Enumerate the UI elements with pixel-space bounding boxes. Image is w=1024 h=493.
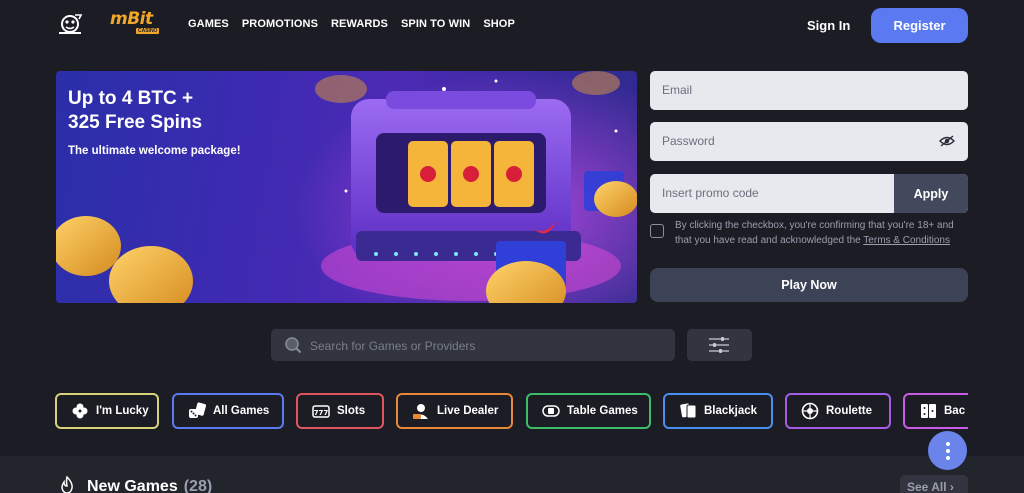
sign-in-link[interactable]: Sign In — [807, 18, 850, 33]
promo-code-field[interactable]: Insert promo code Apply — [650, 174, 968, 213]
sliders-icon — [709, 337, 729, 353]
banner-title: Up to 4 BTC + 325 Free Spins — [68, 88, 203, 133]
slot-777-icon: 777 — [312, 405, 330, 418]
category-table-games[interactable]: Table Games — [526, 393, 651, 429]
table-games-icon — [542, 405, 560, 417]
category-roulette[interactable]: Roulette — [785, 393, 891, 429]
chevron-right-icon: › — [949, 480, 954, 493]
category-slots[interactable]: 777 Slots — [296, 393, 384, 429]
dot-icon — [945, 448, 950, 453]
category-im-lucky[interactable]: I'm Lucky — [55, 393, 159, 429]
category-blackjack[interactable]: Blackjack — [663, 393, 773, 429]
consent-text: By clicking the checkbox, you're confirm… — [675, 218, 968, 248]
cards-icon — [680, 403, 697, 419]
banner-subtitle: The ultimate welcome package! — [68, 145, 241, 157]
password-field[interactable]: Password — [650, 122, 968, 161]
category-label: Table Games — [567, 405, 638, 417]
live-dealer-icon — [413, 404, 428, 419]
flame-icon — [61, 476, 73, 493]
brand-logo-text: mBit — [110, 9, 153, 29]
register-button[interactable]: Register — [871, 8, 968, 43]
category-label: Slots — [337, 405, 366, 417]
promo-placeholder: Insert promo code — [662, 186, 759, 200]
clover-icon — [72, 403, 88, 419]
category-label: I'm Lucky — [96, 405, 149, 417]
top-header: mBit CASINO GAMES PROMOTIONS REWARDS SPI… — [0, 0, 1024, 52]
age-consent-checkbox[interactable] — [650, 224, 664, 238]
nav-item-rewards[interactable]: REWARDS — [331, 18, 388, 30]
brand-logo[interactable]: mBit CASINO — [110, 9, 164, 37]
section-title-text: New Games — [87, 478, 178, 493]
nav-item-spin-to-win[interactable]: SPIN TO WIN — [401, 18, 470, 30]
svg-text:777: 777 — [314, 409, 329, 417]
main-nav: GAMES PROMOTIONS REWARDS SPIN TO WIN SHO… — [188, 18, 515, 30]
see-all-label: See All — [907, 480, 947, 493]
category-live-dealer[interactable]: Live Dealer — [396, 393, 513, 429]
mascot-logo-icon[interactable] — [57, 13, 83, 35]
search-placeholder: Search for Games or Providers — [310, 339, 476, 353]
nav-item-games[interactable]: GAMES — [188, 18, 229, 30]
brand-logo-subtext: CASINO — [136, 28, 160, 34]
section-title: New Games (28) — [87, 478, 212, 493]
category-baccarat[interactable]: Bac — [903, 393, 968, 429]
more-options-button[interactable] — [928, 431, 967, 470]
category-label: Roulette — [826, 405, 872, 417]
see-all-button[interactable]: See All › — [900, 475, 968, 493]
terms-conditions-link[interactable]: Terms & Conditions — [863, 235, 950, 246]
baccarat-icon — [921, 404, 936, 418]
email-placeholder: Email — [662, 83, 693, 97]
apply-button[interactable]: Apply — [894, 174, 968, 213]
promo-banner[interactable]: Up to 4 BTC + 325 Free Spins The ultimat… — [56, 71, 637, 303]
game-search-input[interactable]: Search for Games or Providers — [271, 329, 675, 361]
password-placeholder: Password — [662, 134, 715, 148]
category-bar: I'm Lucky All Games 777 Slots Live Deale… — [55, 393, 968, 430]
roulette-icon — [801, 402, 819, 420]
category-label: Bac — [944, 405, 966, 417]
nav-item-shop[interactable]: SHOP — [483, 18, 515, 30]
nav-item-promotions[interactable]: PROMOTIONS — [242, 18, 318, 30]
dot-icon — [945, 455, 950, 460]
email-field[interactable]: Email — [650, 71, 968, 110]
play-now-button[interactable]: Play Now — [650, 268, 968, 302]
filter-button[interactable] — [687, 329, 752, 361]
category-label: All Games — [213, 405, 270, 417]
dot-icon — [945, 441, 950, 446]
section-count: (28) — [183, 478, 213, 493]
search-icon — [285, 337, 302, 354]
category-all-games[interactable]: All Games — [172, 393, 284, 429]
category-label: Blackjack — [704, 405, 758, 417]
dice-cards-icon — [189, 402, 206, 418]
eye-slash-icon[interactable] — [939, 135, 955, 147]
category-label: Live Dealer — [437, 405, 499, 417]
